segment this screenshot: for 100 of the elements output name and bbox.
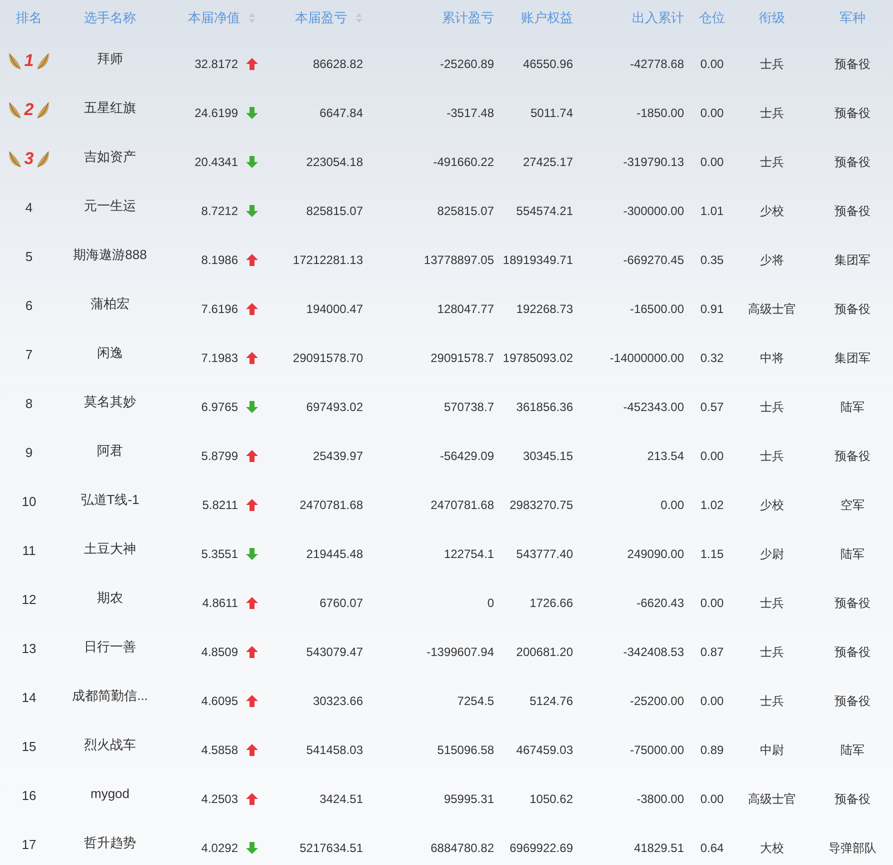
table-cell-text: 1.15 (700, 546, 724, 562)
table-cell-text: 0.00 (700, 594, 724, 612)
table-cell-text: 4.0292 (201, 840, 238, 856)
table-cell-text: 7.6196 (201, 300, 238, 318)
laurel-icon (9, 150, 22, 168)
laurel-icon (9, 52, 22, 70)
rank-number: 6 (25, 296, 33, 315)
column-header: 账户权益 (521, 9, 573, 28)
table-cell-text: 0.87 (700, 644, 724, 660)
table-cell-text: 6647.84 (320, 104, 363, 122)
laurel-icon (36, 150, 49, 168)
table-cell-text: 249090.00 (627, 546, 684, 562)
rank-number: 4 (25, 198, 33, 217)
rank-number: 15 (22, 738, 36, 756)
table-cell-text: 543777.40 (516, 546, 573, 562)
column-header[interactable]: 本届净值 (188, 8, 256, 28)
table-cell-text: 8.7212 (201, 202, 238, 220)
rank-number: 7 (25, 346, 33, 364)
table-cell-text: 预备役 (834, 790, 870, 808)
table-cell-text: 18919349.71 (502, 252, 573, 268)
table-cell-text: -1850.00 (636, 104, 684, 122)
column-header[interactable]: 本届盈亏 (295, 8, 363, 28)
rank-number: 14 (22, 688, 36, 707)
table-cell-text: 825815.07 (306, 202, 363, 220)
table-cell-text: 543079.47 (306, 644, 363, 660)
sort-icon[interactable] (248, 12, 256, 24)
table-cell-text: 4.2503 (201, 790, 238, 808)
table-cell-text: 0.00 (700, 692, 724, 710)
player-name: 期农 (97, 588, 123, 607)
table-cell-text: 20.4341 (194, 154, 238, 170)
table-cell-text: -452343.00 (623, 398, 684, 416)
table-cell-text: 122754.1 (444, 546, 494, 562)
table-cell-text: 0.00 (700, 56, 724, 72)
table-cell-text: 士兵 (760, 154, 784, 170)
table-cell-text: 5.3551 (201, 546, 238, 562)
table-cell-text: 5124.76 (530, 692, 573, 710)
table-cell-text: 士兵 (760, 644, 784, 660)
table-cell-text: 6884780.82 (430, 840, 494, 856)
table-cell-text: 导弹部队 (828, 840, 876, 856)
table-cell-text: -3800.00 (636, 790, 684, 808)
table-cell-text: 士兵 (760, 398, 784, 416)
table-cell-text: 0 (487, 594, 494, 612)
laurel-icon (9, 100, 22, 118)
table-cell-text: 515096.58 (437, 742, 494, 758)
rank-number: 13 (22, 640, 36, 658)
table-cell-text: 预备役 (834, 594, 870, 612)
column-header: 累计盈亏 (442, 9, 494, 28)
player-name: 五星红旗 (84, 98, 136, 117)
table-cell-text: 86628.82 (312, 56, 363, 72)
table-cell-text: 0.00 (700, 104, 724, 122)
rank-number: 1 (24, 50, 34, 72)
player-name: 吉如资产 (84, 148, 136, 166)
table-cell-text: 士兵 (760, 448, 784, 464)
table-cell-text: 219445.48 (306, 546, 363, 562)
table-cell-text: 0.64 (700, 840, 724, 856)
table-cell-text: 预备役 (834, 692, 870, 710)
player-name: 元一生运 (84, 196, 136, 215)
sort-icon[interactable] (355, 12, 363, 24)
table-cell-text: 19785093.02 (502, 350, 573, 366)
table-cell-text: 5.8799 (201, 448, 238, 464)
table-cell-text: -1399607.94 (426, 644, 494, 660)
table-cell-text: 陆军 (840, 742, 864, 758)
rank-number: 8 (25, 394, 33, 413)
table-cell-text: 0.89 (700, 742, 724, 758)
table-cell-text: 128047.77 (437, 300, 494, 318)
table-cell-text: -14000000.00 (610, 350, 684, 366)
player-name: 烈火战车 (84, 736, 136, 754)
table-cell-text: 陆军 (840, 398, 864, 416)
column-header: 选手名称 (84, 9, 136, 28)
rank-number: 12 (22, 590, 36, 609)
table-cell-text: 士兵 (760, 594, 784, 612)
table-cell-text: 0.91 (700, 300, 724, 318)
player-name: 阿君 (97, 442, 123, 460)
table-cell-text: 预备役 (834, 644, 870, 660)
table-cell-text: 士兵 (760, 56, 784, 72)
table-cell-text: 30345.15 (522, 448, 573, 464)
table-cell-text: 少校 (760, 496, 784, 514)
table-cell-text: 3424.51 (320, 790, 363, 808)
table-cell-text: 0.00 (700, 448, 724, 464)
table-cell-text: 集团军 (834, 252, 870, 268)
table-cell-text: 1.02 (700, 496, 724, 514)
column-header: 衔级 (759, 9, 785, 28)
table-cell-text: 200681.20 (516, 644, 573, 660)
table-cell-text: 7254.5 (457, 692, 494, 710)
rank-number: 16 (22, 786, 36, 805)
table-cell-text: 中尉 (760, 742, 784, 758)
table-cell-text: 223054.18 (306, 154, 363, 170)
player-name: 弘道T线-1 (80, 490, 140, 509)
player-name: 拜师 (97, 50, 123, 68)
table-cell-text: 213.54 (647, 448, 684, 464)
table-cell-text: 预备役 (834, 202, 870, 220)
table-cell-text: 41829.51 (634, 840, 684, 856)
rank-number: 11 (22, 542, 36, 560)
table-cell-text: 29091578.70 (292, 350, 363, 366)
player-name: 蒲柏宏 (90, 294, 130, 313)
table-cell-text: 46550.96 (522, 56, 573, 72)
table-cell-text: 361856.36 (516, 398, 573, 416)
table-cell-text: 1726.66 (530, 594, 573, 612)
table-cell-text: 825815.07 (437, 202, 494, 220)
table-cell-text: 大校 (760, 840, 784, 856)
